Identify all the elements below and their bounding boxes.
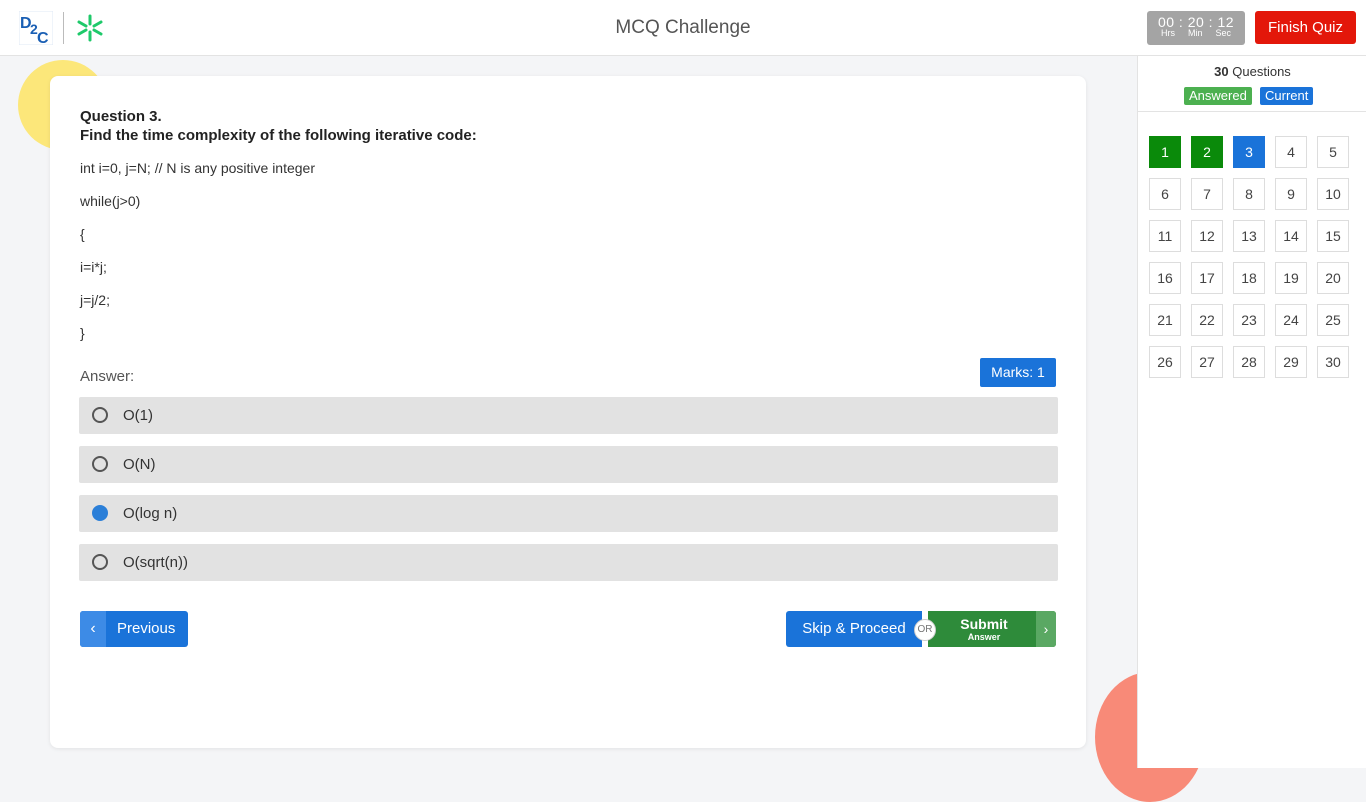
answer-option-4[interactable]: O(sqrt(n)) <box>79 544 1058 581</box>
question-nav-button[interactable]: 6 <box>1149 178 1181 210</box>
previous-label: Previous <box>117 620 176 637</box>
legend-answered: Answered <box>1184 87 1252 105</box>
question-nav-button[interactable]: 15 <box>1317 220 1349 252</box>
question-nav-button[interactable]: 18 <box>1233 262 1265 294</box>
skip-proceed-button[interactable]: Skip & Proceed <box>786 611 922 647</box>
answer-option-2[interactable]: O(N) <box>79 446 1058 483</box>
code-line: int i=0, j=N; // N is any positive integ… <box>80 160 315 176</box>
question-nav-button[interactable]: 13 <box>1233 220 1265 252</box>
question-nav-button[interactable]: 12 <box>1191 220 1223 252</box>
navigator-header: 30 Questions Answered Current <box>1138 56 1366 112</box>
chevron-left-icon: ‹ <box>80 611 106 647</box>
countdown-timer: 00 : 20 : 12 Hrs Min Sec <box>1147 11 1245 45</box>
question-nav-button[interactable]: 10 <box>1317 178 1349 210</box>
question-nav-button[interactable]: 22 <box>1191 304 1223 336</box>
asterisk-logo-icon <box>77 14 103 42</box>
radio-button-selected[interactable] <box>92 505 108 521</box>
question-nav-button[interactable]: 20 <box>1317 262 1349 294</box>
question-text: Find the time complexity of the followin… <box>80 127 477 144</box>
question-count-number: 30 <box>1214 64 1229 79</box>
question-nav-button[interactable]: 4 <box>1275 136 1307 168</box>
question-nav-button[interactable]: 25 <box>1317 304 1349 336</box>
previous-button[interactable]: ‹ Previous <box>80 611 188 647</box>
question-count: 30 Questions <box>1138 64 1366 79</box>
timer-seconds-label: Sec <box>1215 28 1232 38</box>
radio-button[interactable] <box>92 456 108 472</box>
question-nav-button[interactable]: 23 <box>1233 304 1265 336</box>
question-card: Question 3. Find the time complexity of … <box>50 76 1086 748</box>
code-line: while(j>0) <box>80 193 141 209</box>
radio-button[interactable] <box>92 407 108 423</box>
svg-text:C: C <box>37 30 49 45</box>
question-nav-button[interactable]: 7 <box>1191 178 1223 210</box>
submit-answer-button[interactable]: Submit Answer › <box>928 611 1056 647</box>
code-line: i=i*j; <box>80 259 107 275</box>
logo-divider <box>63 12 64 44</box>
or-separator: OR <box>914 619 936 641</box>
option-label: O(sqrt(n)) <box>123 554 188 571</box>
question-nav-button[interactable]: 8 <box>1233 178 1265 210</box>
question-nav-button[interactable]: 21 <box>1149 304 1181 336</box>
question-nav-button[interactable]: 30 <box>1317 346 1349 378</box>
timer-minutes-label: Min <box>1187 28 1203 38</box>
question-nav-button[interactable]: 28 <box>1233 346 1265 378</box>
question-nav-button[interactable]: 26 <box>1149 346 1181 378</box>
answer-label: Answer: <box>80 368 135 385</box>
radio-button[interactable] <box>92 554 108 570</box>
submit-label: Submit <box>960 616 1008 632</box>
question-navigator: 30 Questions Answered Current 1234567891… <box>1137 56 1366 768</box>
question-nav-button[interactable]: 11 <box>1149 220 1181 252</box>
top-header: D 2 C MCQ Challenge 00 : 20 : 12 Hrs Min… <box>0 0 1366 56</box>
chevron-right-icon: › <box>1036 611 1056 647</box>
timer-hours-label: Hrs <box>1160 28 1175 38</box>
marks-badge: Marks: 1 <box>980 358 1056 387</box>
question-nav-button[interactable]: 3 <box>1233 136 1265 168</box>
option-label: O(1) <box>123 407 153 424</box>
question-nav-button[interactable]: 29 <box>1275 346 1307 378</box>
question-nav-button[interactable]: 2 <box>1191 136 1223 168</box>
question-nav-button[interactable]: 5 <box>1317 136 1349 168</box>
answer-option-1[interactable]: O(1) <box>79 397 1058 434</box>
legend-current: Current <box>1260 87 1314 105</box>
finish-quiz-button[interactable]: Finish Quiz <box>1255 11 1356 44</box>
question-nav-button[interactable]: 1 <box>1149 136 1181 168</box>
question-nav-button[interactable]: 27 <box>1191 346 1223 378</box>
question-nav-button[interactable]: 9 <box>1275 178 1307 210</box>
question-nav-button[interactable]: 14 <box>1275 220 1307 252</box>
question-nav-button[interactable]: 24 <box>1275 304 1307 336</box>
d2c-logo[interactable]: D 2 C <box>19 11 53 45</box>
question-nav-button[interactable]: 17 <box>1191 262 1223 294</box>
option-label: O(log n) <box>123 505 178 522</box>
code-line: } <box>80 325 85 341</box>
code-line: j=j/2; <box>80 292 110 308</box>
answer-option-3[interactable]: O(log n) <box>79 495 1058 532</box>
submit-sublabel: Answer <box>967 632 1001 642</box>
question-nav-button[interactable]: 19 <box>1275 262 1307 294</box>
code-line: { <box>80 226 85 242</box>
question-count-suffix: Questions <box>1232 64 1291 79</box>
question-nav-button[interactable]: 16 <box>1149 262 1181 294</box>
option-label: O(N) <box>123 456 156 473</box>
question-number: Question 3. <box>80 108 162 125</box>
